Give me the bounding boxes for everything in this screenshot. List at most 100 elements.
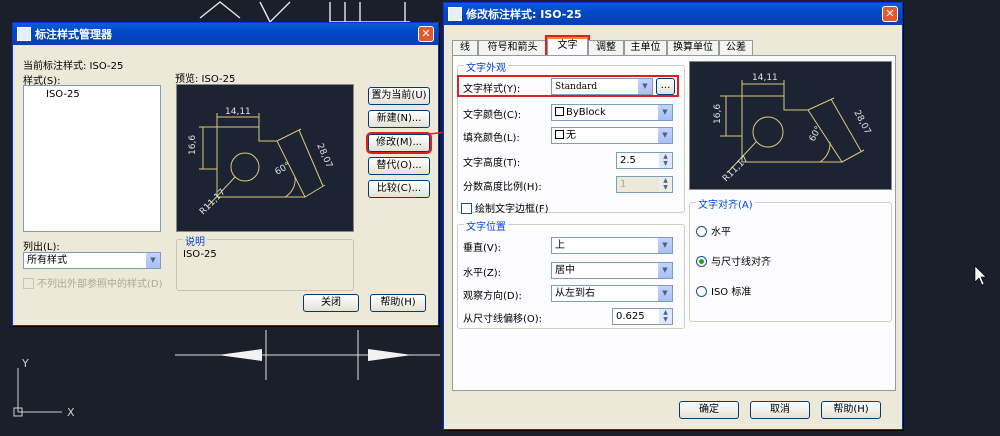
close-icon[interactable]: ✕ [418, 26, 434, 42]
text-frame-row[interactable]: 绘制文字边框(F) [461, 200, 549, 215]
tab-text[interactable]: 文字 [545, 35, 590, 58]
fraction-scale-input[interactable]: 1 ▲ ▼ [616, 176, 673, 193]
preview-angle: 60° [808, 125, 824, 144]
current-style-label: 当前标注样式: ISO-25 [23, 61, 124, 72]
description-title: 说明 [183, 233, 207, 248]
modify-titlebar[interactable]: 修改标注样式: ISO-25 ✕ [444, 3, 902, 25]
compare-button[interactable]: 比较(C)... [368, 180, 430, 198]
tab-fit[interactable]: 调整 [588, 40, 624, 55]
xref-checkbox[interactable] [23, 278, 34, 289]
preview-radius: R11,17 [721, 154, 751, 184]
fill-swatch [555, 130, 564, 139]
fill-color-label: 填充颜色(L): [463, 133, 520, 144]
text-style-browse-button[interactable]: ... [656, 78, 675, 95]
manager-titlebar[interactable]: 标注样式管理器 ✕ [13, 23, 438, 45]
list-label: 列出(L): [23, 242, 60, 253]
text-appearance-group: 文字外观 文字样式(Y): Standard ▼ ... 文字颜色(C): By… [457, 59, 685, 215]
description-value: ISO-25 [183, 249, 217, 260]
offset-value: 0.625 [616, 311, 645, 322]
text-style-select[interactable]: Standard ▼ [551, 78, 653, 95]
list-filter-value: 所有样式 [27, 255, 67, 266]
horizontal-select[interactable]: 居中 ▼ [551, 262, 673, 279]
fill-color-value: 无 [566, 130, 576, 141]
close-icon[interactable]: ✕ [882, 6, 898, 22]
align-horizontal-option[interactable]: 水平 [696, 223, 731, 238]
close-button[interactable]: 关闭 [303, 294, 359, 312]
preview-dim-slope: 28,07 [851, 109, 872, 136]
text-color-select[interactable]: ByBlock ▼ [551, 104, 673, 121]
modify-preview: 14,11 16,6 28,07 60° R11,17 [689, 61, 892, 190]
color-swatch [555, 107, 564, 116]
chevron-down-icon[interactable]: ▼ [657, 263, 672, 278]
list-filter-select[interactable]: 所有样式 ▼ [23, 252, 161, 269]
modify-dimension-style-dialog: 修改标注样式: ISO-25 ✕ 线 符号和箭头 文字 调整 主单位 换算单位 … [443, 2, 903, 430]
spinner-arrows-icon[interactable]: ▲ ▼ [659, 309, 672, 324]
text-height-label: 文字高度(T): [463, 158, 521, 169]
tab-panel: 文字外观 文字样式(Y): Standard ▼ ... 文字颜色(C): By… [452, 55, 896, 391]
align-horizontal-radio[interactable] [696, 226, 707, 237]
fill-color-select[interactable]: 无 ▼ [551, 127, 673, 144]
preview-angle: 60° [274, 161, 293, 178]
ok-button[interactable]: 确定 [679, 401, 739, 419]
text-placement-group: 文字位置 垂直(V): 上 ▼ 水平(Z): 居中 ▼ 观察方向(D): 从左到… [457, 218, 685, 329]
text-alignment-group: 文字对齐(A) 水平 与尺寸线对齐 ISO 标准 [689, 196, 892, 322]
style-item-iso-25[interactable]: ISO-25 [24, 86, 160, 100]
mouse-cursor-icon [974, 265, 987, 286]
text-height-value: 2.5 [620, 155, 636, 166]
chevron-down-icon[interactable]: ▼ [657, 238, 672, 253]
text-style-label: 文字样式(Y): [463, 84, 521, 95]
align-iso-radio[interactable] [696, 286, 707, 297]
view-direction-value: 从左到右 [555, 288, 595, 299]
tab-symbols-arrows[interactable]: 符号和箭头 [478, 40, 547, 55]
preview-dim-width: 14,11 [752, 73, 778, 83]
app-icon [448, 7, 462, 21]
chevron-down-icon[interactable]: ▼ [657, 128, 672, 143]
offset-input[interactable]: 0.625 ▲ ▼ [612, 308, 673, 325]
align-iso-option[interactable]: ISO 标准 [696, 283, 751, 298]
tab-alternate-units[interactable]: 换算单位 [667, 40, 719, 55]
preview-radius: R11,17 [198, 187, 228, 217]
horizontal-value: 居中 [555, 265, 575, 276]
modify-preview-drawing: 14,11 16,6 28,07 60° R11,17 [713, 73, 872, 184]
styles-list[interactable]: ISO-25 [23, 85, 161, 232]
spinner-arrows-icon[interactable]: ▲ ▼ [659, 153, 672, 168]
manager-title: 标注样式管理器 [35, 28, 112, 41]
dimension-arrow-right [368, 349, 412, 361]
help-button[interactable]: 帮助(H) [821, 401, 881, 419]
tab-lines[interactable]: 线 [452, 40, 478, 55]
align-dimline-radio[interactable] [696, 256, 707, 267]
text-height-input[interactable]: 2.5 ▲ ▼ [616, 152, 673, 169]
fraction-scale-label: 分数高度比例(H): [463, 182, 542, 193]
spinner-arrows-icon[interactable]: ▲ ▼ [659, 177, 672, 192]
tab-tolerances[interactable]: 公差 [719, 40, 753, 55]
horizontal-label: 水平(Z): [463, 268, 502, 279]
chevron-down-icon[interactable]: ▼ [637, 79, 652, 94]
set-current-button[interactable]: 置为当前(U) [368, 87, 430, 105]
preview-label: 预览: ISO-25 [175, 74, 236, 85]
help-button[interactable]: 帮助(H) [370, 294, 426, 312]
preview-dim-height: 16,6 [188, 135, 198, 155]
modify-button[interactable]: 修改(M)... [366, 132, 432, 154]
chevron-down-icon[interactable]: ▼ [657, 286, 672, 301]
fraction-scale-value: 1 [620, 179, 627, 190]
text-color-value: ByBlock [566, 107, 606, 118]
override-button[interactable]: 替代(O)... [368, 157, 430, 175]
cancel-button[interactable]: 取消 [750, 401, 810, 419]
vertical-value: 上 [555, 240, 565, 251]
offset-label: 从尺寸线偏移(O): [463, 314, 543, 325]
modify-title: 修改标注样式: ISO-25 [466, 8, 582, 21]
dimension-arrow-left [218, 349, 262, 361]
text-alignment-title: 文字对齐(A) [696, 196, 755, 211]
view-direction-select[interactable]: 从左到右 ▼ [551, 285, 673, 302]
chevron-down-icon[interactable]: ▼ [657, 105, 672, 120]
align-dimline-option[interactable]: 与尺寸线对齐 [696, 253, 771, 268]
tab-primary-units[interactable]: 主单位 [624, 40, 667, 55]
xref-checkbox-row[interactable]: 不列出外部参照中的样式(D) [23, 275, 163, 290]
new-button[interactable]: 新建(N)... [368, 110, 430, 128]
text-frame-checkbox[interactable] [461, 203, 472, 214]
vertical-select[interactable]: 上 ▼ [551, 237, 673, 254]
text-style-value: Standard [555, 82, 598, 92]
align-horizontal-label: 水平 [711, 227, 731, 238]
chevron-down-icon[interactable]: ▼ [145, 253, 160, 268]
xref-checkbox-label: 不列出外部参照中的样式(D) [37, 279, 163, 290]
